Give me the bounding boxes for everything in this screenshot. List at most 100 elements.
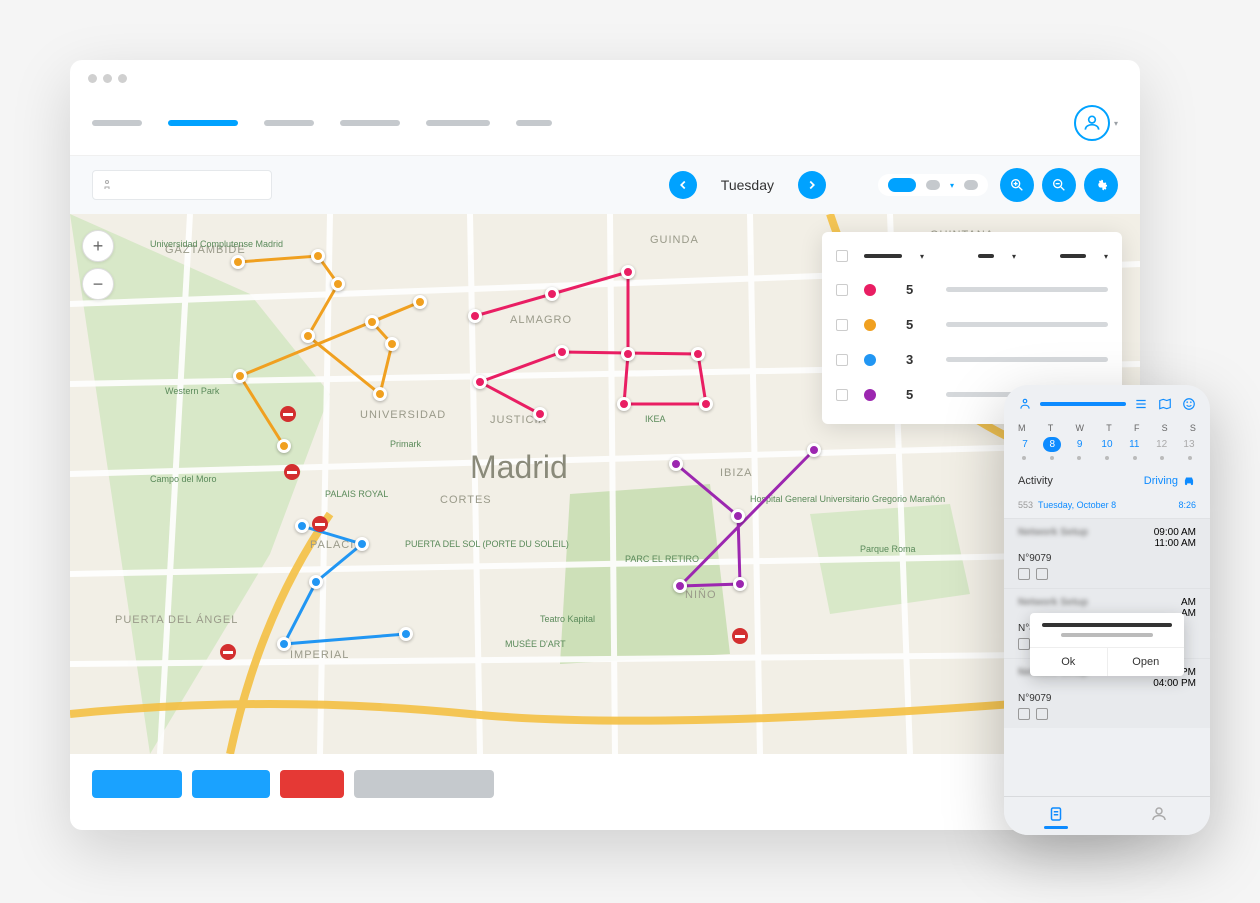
- route-stop[interactable]: [699, 397, 713, 411]
- route-stop[interactable]: [545, 287, 559, 301]
- zoom-in-button[interactable]: [1000, 168, 1034, 202]
- view-toggle[interactable]: ▾: [878, 174, 988, 196]
- route-stop[interactable]: [399, 627, 413, 641]
- route-stop[interactable]: [807, 443, 821, 457]
- phone-date[interactable]: 11: [1125, 437, 1143, 452]
- map-zoom-in[interactable]: +: [82, 230, 114, 262]
- route-stop[interactable]: [617, 397, 631, 411]
- legend-checkbox[interactable]: [836, 284, 848, 296]
- legend-count: 5: [906, 387, 920, 402]
- map-icon[interactable]: [1158, 397, 1172, 411]
- legend-color-dot: [864, 284, 876, 296]
- attachment-icon: [1036, 708, 1048, 720]
- route-stop[interactable]: [621, 265, 635, 279]
- nav-item-3[interactable]: [340, 120, 400, 126]
- phone-week-header: MTWTFSS: [1004, 419, 1210, 435]
- phone-date[interactable]: 7: [1016, 437, 1034, 452]
- route-stop[interactable]: [385, 337, 399, 351]
- route-stop[interactable]: [365, 315, 379, 329]
- route-stop[interactable]: [233, 369, 247, 383]
- route-stop[interactable]: [231, 255, 245, 269]
- legend-select-all[interactable]: [836, 250, 848, 262]
- legend-checkbox[interactable]: [836, 354, 848, 366]
- bottom-block-0[interactable]: [92, 770, 182, 798]
- legend-checkbox[interactable]: [836, 319, 848, 331]
- route-stop[interactable]: [731, 509, 745, 523]
- settings-button[interactable]: [1084, 168, 1118, 202]
- nav-item-1[interactable]: [168, 120, 238, 126]
- list-icon[interactable]: [1134, 397, 1148, 411]
- legend-color-dot: [864, 389, 876, 401]
- person-icon: [1018, 397, 1032, 411]
- route-stop[interactable]: [621, 347, 635, 361]
- route-stop[interactable]: [295, 519, 309, 533]
- no-entry-icon: [732, 628, 748, 644]
- popup-open-button[interactable]: Open: [1108, 648, 1185, 676]
- phone-activity-item[interactable]: Network Setup09:00 AM11:00 AMN°9079: [1004, 518, 1210, 588]
- map[interactable]: Madrid GAZTAMBIDEALMAGROGUINDAQUINTANAUN…: [70, 214, 1140, 754]
- mobile-phone-mock: MTWTFSS 789 10 11 12 13 Activity Driving 553…: [1004, 385, 1210, 835]
- route-stop[interactable]: [277, 439, 291, 453]
- phone-tabbar: [1004, 796, 1210, 835]
- route-stop[interactable]: [533, 407, 547, 421]
- legend-count: 3: [906, 352, 920, 367]
- no-entry-icon: [220, 644, 236, 660]
- legend-color-dot: [864, 354, 876, 366]
- phone-meta-row: 553 Tuesday, October 8 8:26: [1004, 496, 1210, 518]
- route-stop[interactable]: [673, 579, 687, 593]
- phone-date[interactable]: 13: [1180, 437, 1198, 452]
- bottom-block-1[interactable]: [192, 770, 270, 798]
- nav-item-2[interactable]: [264, 120, 314, 126]
- route-stop[interactable]: [331, 277, 345, 291]
- bottom-block-3[interactable]: [354, 770, 494, 798]
- route-stop[interactable]: [733, 577, 747, 591]
- toolbar: Tuesday ▾: [70, 156, 1140, 214]
- popup-ok-button[interactable]: Ok: [1030, 648, 1108, 676]
- window-traffic-lights: [70, 60, 1140, 97]
- avatar-caret-icon: ▾: [1114, 119, 1118, 128]
- legend-row[interactable]: 5: [822, 307, 1122, 342]
- phone-activity-row: Activity Driving: [1004, 466, 1210, 496]
- route-stop[interactable]: [301, 329, 315, 343]
- route-stop[interactable]: [468, 309, 482, 323]
- phone-tab-profile[interactable]: [1107, 797, 1210, 835]
- next-day-button[interactable]: [798, 171, 826, 199]
- phone-tab-activity[interactable]: [1004, 797, 1107, 835]
- search-input[interactable]: [92, 170, 272, 200]
- date-label: Tuesday: [697, 177, 798, 193]
- bottom-block-2[interactable]: [280, 770, 344, 798]
- prev-day-button[interactable]: [669, 171, 697, 199]
- phone-date[interactable]: 9: [1071, 437, 1089, 452]
- phone-date-row: 789 10 11 12 13: [1004, 435, 1210, 456]
- route-stop[interactable]: [555, 345, 569, 359]
- nav-item-4[interactable]: [426, 120, 490, 126]
- route-stop[interactable]: [355, 537, 369, 551]
- nav-item-0[interactable]: [92, 120, 142, 126]
- route-stop[interactable]: [311, 249, 325, 263]
- legend-bar: [946, 357, 1108, 362]
- zoom-out-button[interactable]: [1042, 168, 1076, 202]
- driving-label: Driving: [1144, 475, 1178, 487]
- map-zoom-control: + −: [82, 230, 114, 300]
- route-stop[interactable]: [473, 375, 487, 389]
- legend-bar: [946, 287, 1108, 292]
- smile-icon[interactable]: [1182, 397, 1196, 411]
- attachment-icon: [1036, 568, 1048, 580]
- route-stop[interactable]: [669, 457, 683, 471]
- phone-date[interactable]: 12: [1153, 437, 1171, 452]
- legend-row[interactable]: 3: [822, 342, 1122, 377]
- route-stop[interactable]: [309, 575, 323, 589]
- legend-count: 5: [906, 317, 920, 332]
- route-stop[interactable]: [277, 637, 291, 651]
- legend-count: 5: [906, 282, 920, 297]
- route-stop[interactable]: [413, 295, 427, 309]
- map-zoom-out[interactable]: −: [82, 268, 114, 300]
- route-stop[interactable]: [373, 387, 387, 401]
- phone-date[interactable]: 8: [1043, 437, 1061, 452]
- legend-checkbox[interactable]: [836, 389, 848, 401]
- profile-avatar[interactable]: [1074, 105, 1110, 141]
- phone-date[interactable]: 10: [1098, 437, 1116, 452]
- route-stop[interactable]: [691, 347, 705, 361]
- nav-item-5[interactable]: [516, 120, 552, 126]
- legend-row[interactable]: 5: [822, 272, 1122, 307]
